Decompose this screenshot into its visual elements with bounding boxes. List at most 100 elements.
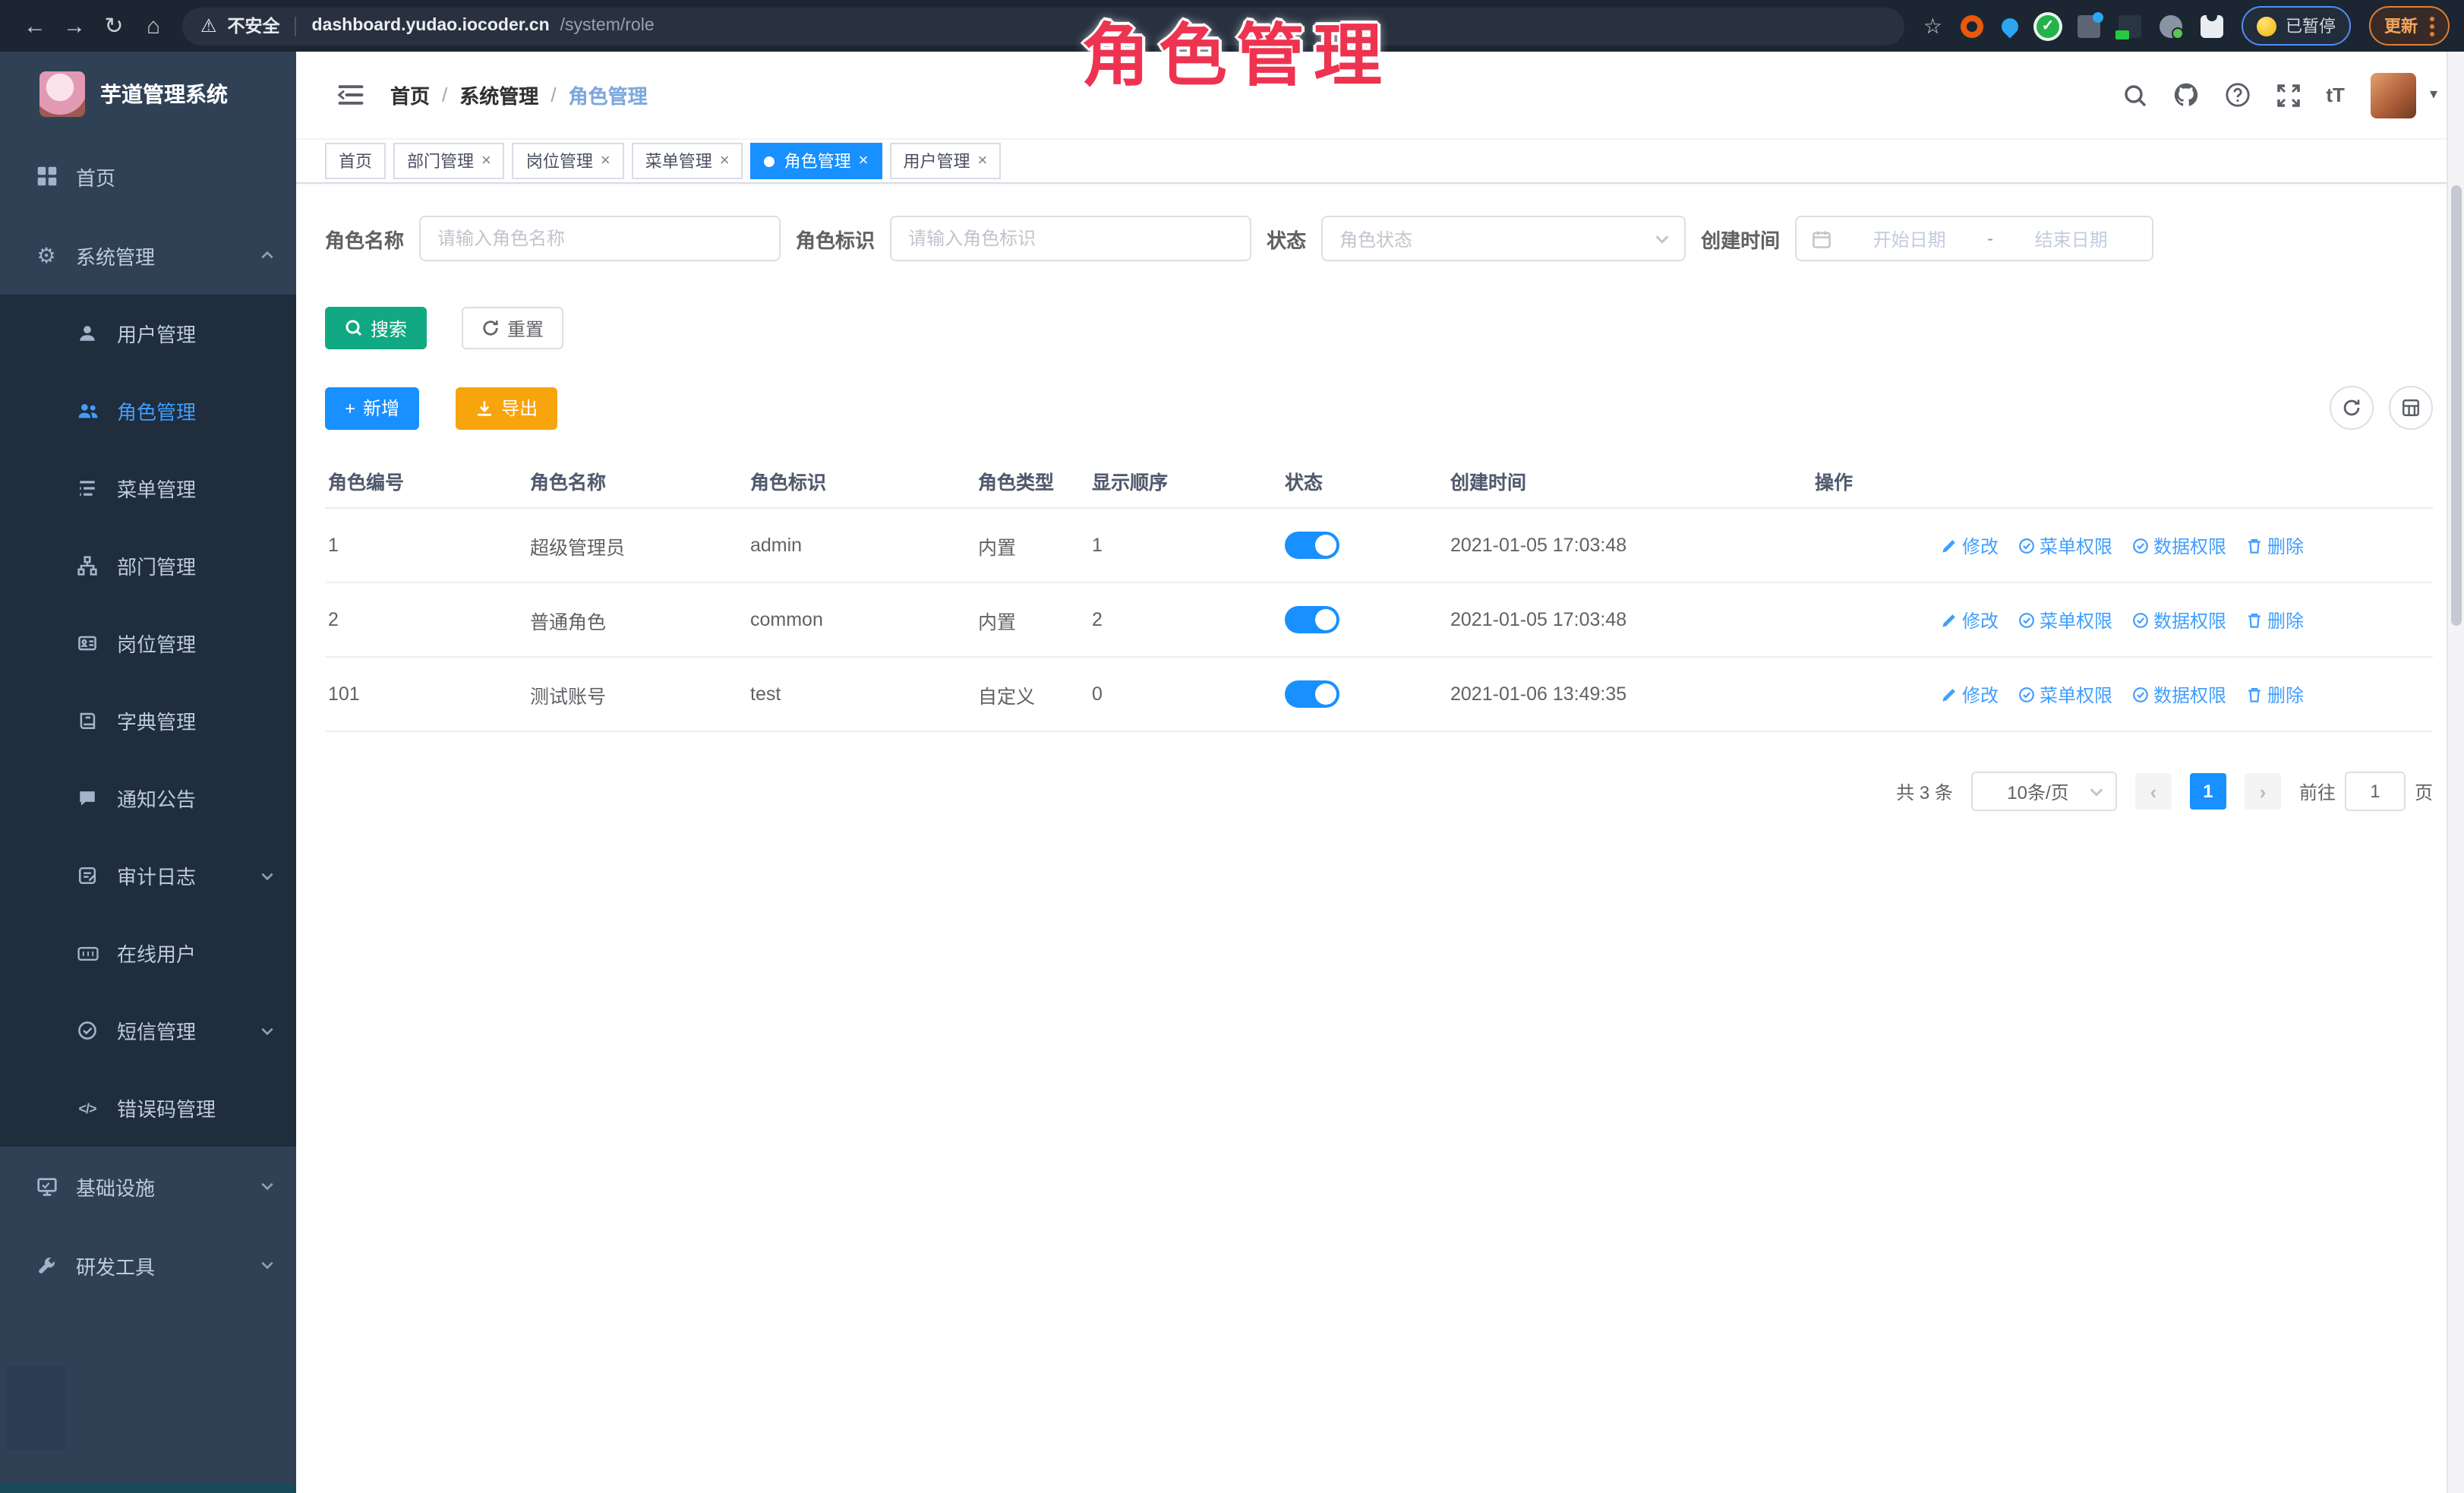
scrollbar-thumb[interactable] bbox=[2451, 185, 2462, 626]
close-icon[interactable]: × bbox=[859, 152, 869, 170]
sidebar-item-online-user[interactable]: 在线用户 bbox=[0, 914, 296, 992]
sidebar-item-menu-management[interactable]: 菜单管理 bbox=[0, 450, 296, 527]
prev-page-button[interactable]: ‹ bbox=[2135, 773, 2172, 810]
col-status: 状态 bbox=[1282, 453, 1447, 508]
page-number-1[interactable]: 1 bbox=[2190, 773, 2226, 810]
sidebar-item-infrastructure[interactable]: 基础设施 bbox=[0, 1147, 296, 1226]
github-icon[interactable] bbox=[2172, 82, 2198, 108]
goto-page-input[interactable] bbox=[2345, 772, 2406, 811]
date-range-picker[interactable]: 开始日期 - 结束日期 bbox=[1795, 216, 2153, 261]
search-button[interactable]: 搜索 bbox=[325, 307, 427, 349]
sidebar-item-dict-management[interactable]: 字典管理 bbox=[0, 682, 296, 759]
tab-home[interactable]: 首页 bbox=[325, 143, 386, 179]
tab-post-management[interactable]: 岗位管理 × bbox=[513, 143, 624, 179]
extension-on-badge-icon[interactable] bbox=[2119, 14, 2141, 37]
app-logo-row[interactable]: 芋道管理系统 bbox=[0, 52, 296, 137]
extension-donut-icon[interactable] bbox=[1961, 14, 1983, 37]
extension-drop-icon[interactable] bbox=[1998, 14, 2021, 37]
action-edit-link[interactable]: 修改 bbox=[1941, 681, 1999, 707]
next-page-button[interactable]: › bbox=[2245, 773, 2281, 810]
role-name-input[interactable] bbox=[419, 216, 781, 261]
cell-role-key: admin bbox=[747, 508, 975, 582]
export-button[interactable]: 导出 bbox=[456, 387, 557, 429]
status-toggle[interactable] bbox=[1285, 680, 1339, 708]
cell-sort: 0 bbox=[1089, 657, 1282, 731]
action-edit-link[interactable]: 修改 bbox=[1941, 607, 1999, 633]
reset-button[interactable]: 重置 bbox=[462, 307, 563, 349]
action-data-permission-link[interactable]: 数据权限 bbox=[2132, 681, 2226, 707]
tab-menu-management[interactable]: 菜单管理 × bbox=[632, 143, 743, 179]
col-actions: 操作 bbox=[1812, 453, 2433, 508]
page-size-select[interactable]: 10条/页 bbox=[1971, 772, 2117, 811]
action-menu-permission-link[interactable]: 菜单权限 bbox=[2018, 607, 2112, 633]
url-host[interactable]: dashboard.yudao.iocoder.cn bbox=[312, 17, 550, 35]
sidebar-item-post-management[interactable]: 岗位管理 bbox=[0, 604, 296, 682]
refresh-table-button[interactable] bbox=[2330, 386, 2374, 430]
extension-profile-icon[interactable] bbox=[2160, 14, 2182, 37]
extension-check-icon[interactable]: ✓ bbox=[2037, 14, 2059, 37]
sidebar-item-label: 系统管理 bbox=[76, 241, 155, 270]
user-avatar[interactable] bbox=[2371, 72, 2416, 118]
user-icon bbox=[76, 322, 99, 345]
status-toggle[interactable] bbox=[1285, 532, 1339, 559]
sidebar-item-dev-tools[interactable]: 研发工具 bbox=[0, 1226, 296, 1305]
sidebar-item-sms-management[interactable]: 短信管理 bbox=[0, 992, 296, 1069]
action-data-permission-link[interactable]: 数据权限 bbox=[2132, 607, 2226, 633]
status-select[interactable]: 角色状态 bbox=[1321, 216, 1686, 261]
sidebar-item-error-code-management[interactable]: </> 错误码管理 bbox=[0, 1069, 296, 1147]
sidebar-item-dept-management[interactable]: 部门管理 bbox=[0, 527, 296, 604]
sidebar-item-role-management[interactable]: 角色管理 bbox=[0, 372, 296, 450]
browser-update-button[interactable]: 更新 bbox=[2369, 6, 2450, 46]
tab-user-management[interactable]: 用户管理 × bbox=[890, 143, 1002, 179]
sidebar-item-user-management[interactable]: 用户管理 bbox=[0, 295, 296, 372]
bookmark-star-icon[interactable]: ☆ bbox=[1923, 13, 1942, 39]
status-toggle[interactable] bbox=[1285, 606, 1339, 633]
security-label[interactable]: 不安全 bbox=[228, 14, 280, 38]
close-icon[interactable]: × bbox=[481, 152, 491, 170]
security-warning-icon[interactable]: ⚠ bbox=[200, 15, 217, 36]
tab-dept-management[interactable]: 部门管理 × bbox=[393, 143, 505, 179]
url-path[interactable]: /system/role bbox=[560, 17, 655, 35]
close-icon[interactable]: × bbox=[720, 152, 730, 170]
browser-back-icon[interactable]: ← bbox=[15, 6, 55, 46]
close-icon[interactable]: × bbox=[978, 152, 988, 170]
text-size-icon[interactable]: tT bbox=[2326, 84, 2345, 106]
action-delete-link[interactable]: 删除 bbox=[2246, 681, 2304, 707]
close-icon[interactable]: × bbox=[601, 152, 610, 170]
sidebar-item-system-management[interactable]: ⚙ 系统管理 bbox=[0, 216, 296, 295]
extensions-puzzle-icon[interactable] bbox=[2201, 14, 2223, 37]
browser-reload-icon[interactable]: ↻ bbox=[94, 6, 134, 46]
browser-menu-kebab-icon[interactable] bbox=[2430, 16, 2434, 36]
search-icon[interactable] bbox=[2122, 83, 2147, 107]
sidebar-item-notice[interactable]: 通知公告 bbox=[0, 759, 296, 837]
action-delete-link[interactable]: 删除 bbox=[2246, 532, 2304, 558]
add-button[interactable]: + 新增 bbox=[325, 387, 419, 429]
breadcrumb-home[interactable]: 首页 bbox=[390, 80, 430, 109]
browser-forward-icon[interactable]: → bbox=[55, 6, 94, 46]
action-menu-permission-link[interactable]: 菜单权限 bbox=[2018, 681, 2112, 707]
role-name-label: 角色名称 bbox=[325, 224, 404, 253]
action-menu-permission-link[interactable]: 菜单权限 bbox=[2018, 532, 2112, 558]
help-icon[interactable] bbox=[2224, 82, 2250, 108]
peoples-icon bbox=[76, 399, 99, 422]
breadcrumb-system[interactable]: 系统管理 bbox=[459, 80, 538, 109]
extension-misc-icon[interactable] bbox=[2078, 14, 2100, 37]
tab-role-management[interactable]: 角色管理 × bbox=[751, 143, 882, 179]
hamburger-icon[interactable] bbox=[337, 84, 364, 106]
page-scrollbar[interactable] bbox=[2447, 52, 2464, 1493]
sidebar-item-home[interactable]: 首页 bbox=[0, 137, 296, 216]
action-delete-link[interactable]: 删除 bbox=[2246, 607, 2304, 633]
cell-role-type: 内置 bbox=[975, 508, 1089, 582]
browser-home-icon[interactable]: ⌂ bbox=[134, 6, 173, 46]
sidebar-item-audit-log[interactable]: 审计日志 bbox=[0, 837, 296, 914]
column-settings-button[interactable] bbox=[2389, 386, 2433, 430]
paused-pill[interactable]: 已暂停 bbox=[2242, 6, 2351, 46]
address-bar[interactable]: ⚠ 不安全 dashboard.yudao.iocoder.cn /system… bbox=[182, 7, 1905, 45]
role-key-input[interactable] bbox=[890, 216, 1251, 261]
breadcrumb-separator: / bbox=[442, 84, 447, 106]
fullscreen-icon[interactable] bbox=[2276, 83, 2300, 107]
avatar-caret-down-icon[interactable]: ▾ bbox=[2430, 87, 2437, 103]
tree-table-icon bbox=[76, 477, 99, 500]
action-edit-link[interactable]: 修改 bbox=[1941, 532, 1999, 558]
action-data-permission-link[interactable]: 数据权限 bbox=[2132, 532, 2226, 558]
